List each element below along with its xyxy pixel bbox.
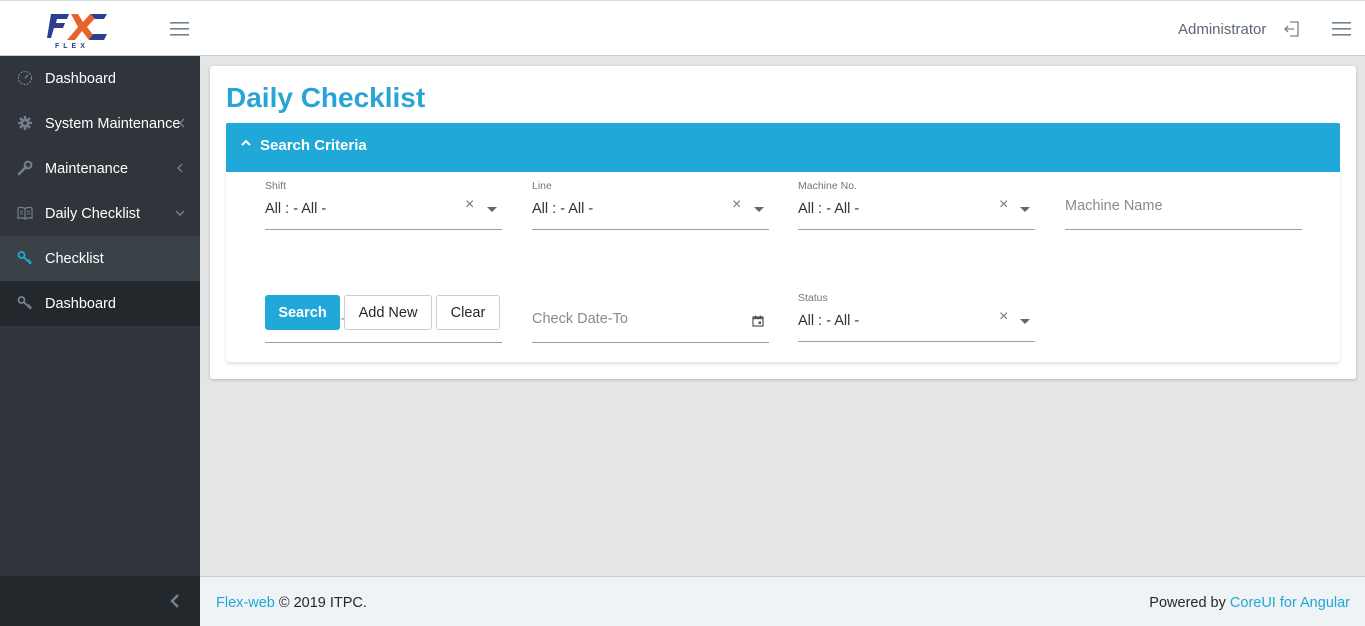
machine-no-label: Machine No. [798,180,857,192]
sidebar-item-daily-checklist[interactable]: Daily Checklist [0,191,200,236]
dropdown-arrow-icon[interactable] [754,207,764,212]
status-select[interactable]: Status All : - All - × [798,292,1035,342]
key-icon [17,251,32,265]
chevron-up-icon [241,139,251,146]
sidebar-item-system-maintenance[interactable]: System Maintenance [0,101,200,146]
machine-no-select[interactable]: Machine No. All : - All - × [798,180,1035,230]
shift-value: All : - All - [265,201,327,217]
app-link[interactable]: Flex-web [216,595,275,611]
wrench-icon [17,160,33,176]
check-date-to-input[interactable] [532,311,769,327]
search-criteria-body: Shift All : - All - × Line All : - All -… [226,172,1340,362]
sidebar-item-label: System Maintenance [45,115,181,132]
powered-by-text: Powered by [1149,595,1230,611]
sidebar-item-checklist[interactable]: Checklist [0,236,200,281]
app-footer: Flex-web © 2019 ITPC. Powered by CoreUI … [200,576,1365,626]
dropdown-arrow-icon[interactable] [1020,319,1030,324]
footer-copyright: Flex-web © 2019 ITPC. [216,595,367,611]
footer-powered-by: Powered by CoreUI for Angular [1149,595,1350,611]
dropdown-arrow-icon[interactable] [1020,207,1030,212]
clear-icon[interactable]: × [999,308,1008,326]
chevron-left-icon [177,163,183,173]
key-icon [17,296,32,310]
svg-text:FLEX: FLEX [55,43,89,50]
chevron-left-icon [170,594,179,608]
sidebar-item-label: Checklist [45,250,104,267]
gear-icon [18,116,32,130]
machine-name-input[interactable] [1065,198,1302,214]
chevron-left-icon [179,118,185,128]
search-button[interactable]: Search [265,295,340,330]
sidebar-item-label: Daily Checklist [45,205,141,222]
panel-title: Search Criteria [260,137,367,154]
check-date-to-field[interactable] [532,293,769,343]
sidebar-item-checklist-dashboard[interactable]: Dashboard [0,281,200,326]
app-header: FLEX Administrator [0,0,1365,56]
book-icon [17,206,33,220]
shift-select[interactable]: Shift All : - All - × [265,180,502,230]
clear-icon[interactable]: × [732,196,741,214]
coreui-link[interactable]: CoreUI for Angular [1230,595,1350,611]
dropdown-arrow-icon[interactable] [487,207,497,212]
sidebar-item-label: Dashboard [45,295,116,312]
sidebar-item-maintenance[interactable]: Maintenance [0,146,200,191]
sidebar-item-label: Dashboard [45,70,116,87]
machine-name-field[interactable] [1065,180,1302,230]
line-select[interactable]: Line All : - All - × [532,180,769,230]
line-value: All : - All - [532,201,594,217]
copyright-text: © 2019 ITPC. [274,595,367,611]
clear-icon[interactable]: × [999,196,1008,214]
main-card: Daily Checklist Search Criteria Shift Al… [210,66,1356,379]
logout-icon[interactable] [1283,20,1301,38]
clear-icon[interactable]: × [465,196,474,214]
chevron-down-icon [175,210,185,216]
shift-label: Shift [265,180,287,192]
status-value: All : - All - [798,313,860,329]
sidebar-item-label: Maintenance [45,160,129,177]
sidebar-item-dashboard[interactable]: Dashboard [0,56,200,101]
page-title: Daily Checklist [226,82,426,113]
calendar-icon[interactable] [752,315,764,327]
line-label: Line [532,180,552,192]
sidebar-minimizer[interactable] [0,576,200,626]
machine-no-value: All : - All - [798,201,860,217]
flex-logo: FLEX [47,14,107,50]
speedometer-icon [17,70,33,86]
clear-button[interactable]: Clear [436,295,500,330]
status-label: Status [798,292,828,304]
user-name[interactable]: Administrator [1178,21,1266,38]
aside-menu-icon[interactable] [1330,19,1354,39]
add-new-button[interactable]: Add New [344,295,432,330]
sidebar-toggler-icon[interactable] [168,19,192,39]
search-criteria-header[interactable]: Search Criteria [226,123,1340,172]
sidebar: Dashboard System Maintenance Maintenance [0,56,200,626]
